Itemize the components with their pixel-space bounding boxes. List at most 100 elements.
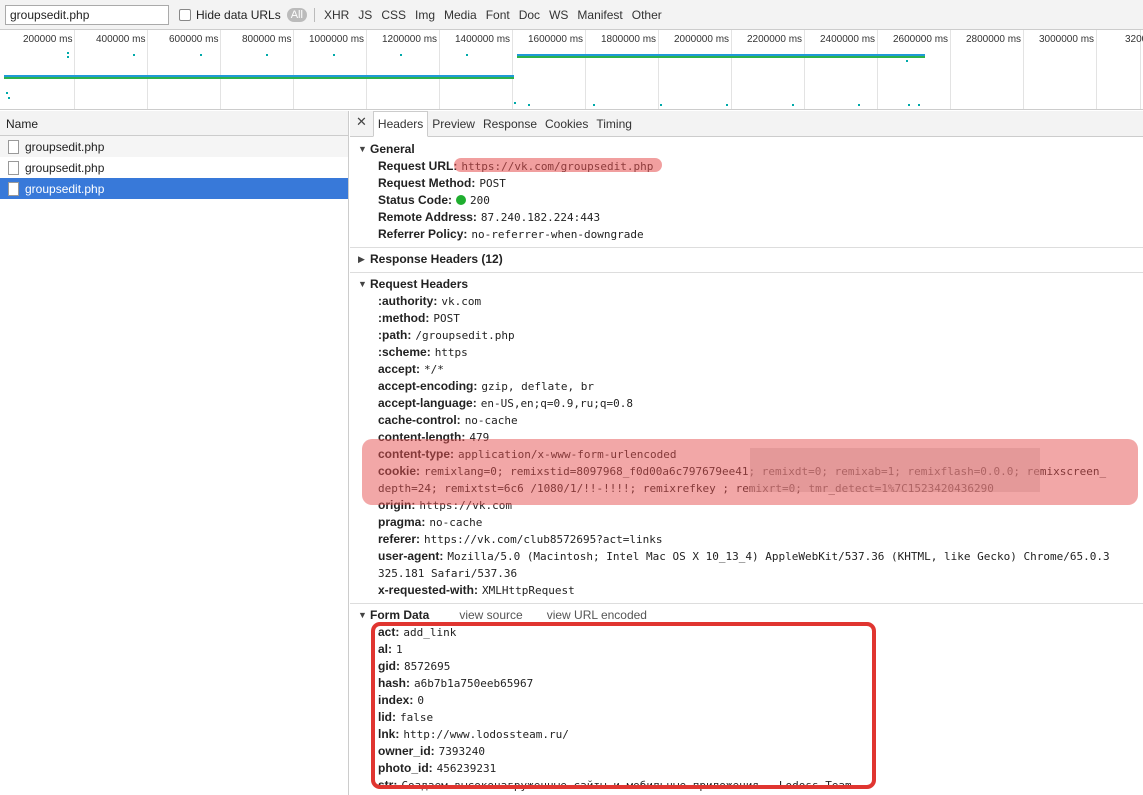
header-value: remixlang=0; remixstid=8097968_f0d00a6c7… — [378, 465, 1107, 495]
filter-img-button[interactable]: Img — [415, 8, 435, 22]
tick-label: 1400000 ms — [455, 34, 511, 45]
response-headers-toggle[interactable]: ▶ Response Headers (12) — [350, 250, 1143, 268]
form-data-toggle[interactable]: ▼ Form Data view source view URL encoded — [350, 606, 1143, 624]
request-list: Name groupsedit.php groupsedit.php group… — [0, 111, 349, 795]
tick-label: 3200 — [1125, 34, 1143, 45]
hide-data-urls-toggle[interactable]: Hide data URLs — [179, 8, 281, 22]
filter-all-button[interactable]: All — [286, 7, 307, 22]
form-value: 0 — [417, 694, 424, 707]
request-header-row: content-type: application/x-www-form-urle… — [350, 446, 1143, 463]
name-column-header[interactable]: Name — [0, 111, 348, 136]
section-title: Form Data — [370, 608, 430, 622]
tick-label: 1800000 ms — [601, 34, 657, 45]
request-row[interactable]: groupsedit.php — [0, 157, 348, 178]
tab-response[interactable]: Response — [479, 112, 541, 136]
tick-label: 3000000 ms — [1039, 34, 1095, 45]
tab-timing[interactable]: Timing — [592, 112, 636, 136]
form-key: hash: — [378, 676, 411, 690]
header-key: :authority: — [378, 294, 438, 308]
timeline-tick: 1000000 ms — [309, 30, 367, 109]
request-name: groupsedit.php — [25, 181, 105, 196]
header-key: Request Method: — [378, 176, 476, 190]
view-source-link[interactable]: view source — [459, 608, 522, 622]
tick-label: 2600000 ms — [893, 34, 949, 45]
timeline-tick: 2400000 ms — [820, 30, 878, 109]
header-key: origin: — [378, 498, 416, 512]
general-row: Remote Address: 87.240.182.224:443 — [350, 209, 1143, 226]
tick-label: 2000000 ms — [674, 34, 730, 45]
timeline-dot — [908, 104, 910, 106]
filter-input[interactable] — [5, 4, 169, 25]
close-icon[interactable]: ✕ — [356, 114, 367, 130]
tick-label: 800000 ms — [242, 34, 292, 45]
filter-media-button[interactable]: Media — [444, 8, 477, 22]
form-data-row: photo_id: 456239231 — [350, 760, 1143, 777]
header-key: cache-control: — [378, 413, 461, 427]
timeline-tick: 3000000 ms — [1039, 30, 1097, 109]
view-url-encoded-link[interactable]: view URL encoded — [547, 608, 647, 622]
header-key: Remote Address: — [378, 210, 477, 224]
timeline-tick: 2200000 ms — [747, 30, 805, 109]
filter-css-button[interactable]: CSS — [381, 8, 406, 22]
header-key: :scheme: — [378, 345, 431, 359]
header-value: gzip, deflate, br — [481, 380, 594, 393]
timeline-bar — [517, 56, 925, 58]
filter-doc-button[interactable]: Doc — [519, 8, 540, 22]
form-key: lnk: — [378, 727, 400, 741]
form-value: 456239231 — [436, 762, 497, 775]
tab-preview[interactable]: Preview — [428, 112, 479, 136]
details-tabbar: ✕ Headers Preview Response Cookies Timin… — [350, 111, 1143, 137]
form-data-row: owner_id: 7393240 — [350, 743, 1143, 760]
form-value: add_link — [403, 626, 457, 639]
request-name: groupsedit.php — [25, 160, 105, 175]
form-data-row: str: Создаем высоконагруженные сайты и мо… — [350, 777, 1143, 794]
header-value: XMLHttpRequest — [482, 584, 575, 597]
form-data-row: gid: 8572695 — [350, 658, 1143, 675]
header-value: 87.240.182.224:443 — [480, 211, 601, 224]
timeline-dot — [528, 104, 530, 106]
request-headers-section: ▼ Request Headers :authority: vk.com :met… — [350, 273, 1143, 604]
timeline-dot — [133, 54, 135, 56]
timeline-tick: 800000 ms — [242, 30, 294, 109]
filter-xhr-button[interactable]: XHR — [324, 8, 349, 22]
network-timeline[interactable]: 200000 ms 400000 ms 600000 ms 800000 ms … — [0, 30, 1143, 110]
request-row-selected[interactable]: groupsedit.php — [0, 178, 348, 199]
header-value: https — [434, 346, 468, 359]
request-header-row: referer: https://vk.com/club8572695?act=l… — [350, 531, 1143, 548]
tick-label: 600000 ms — [169, 34, 219, 45]
form-key: act: — [378, 625, 400, 639]
general-row: Request URL: https://vk.com/groupsedit.ph… — [350, 158, 1143, 175]
section-title: Response Headers (12) — [370, 252, 503, 266]
general-section-toggle[interactable]: ▼ General — [350, 140, 1143, 158]
filter-font-button[interactable]: Font — [486, 8, 510, 22]
tab-headers[interactable]: Headers — [372, 111, 429, 137]
request-header-row: :path:/groupsedit.php — [350, 327, 1143, 344]
filter-js-button[interactable]: JS — [358, 8, 372, 22]
header-key: content-length: — [378, 430, 466, 444]
tab-cookies[interactable]: Cookies — [541, 112, 592, 136]
general-row: Request Method: POST — [350, 175, 1143, 192]
request-header-row: accept-language: en-US,en;q=0.9,ru;q=0.8 — [350, 395, 1143, 412]
filter-ws-button[interactable]: WS — [549, 8, 568, 22]
timeline-dot — [660, 104, 662, 106]
hide-data-urls-checkbox[interactable] — [179, 8, 191, 21]
timeline-dot — [593, 104, 595, 106]
tick-label: 1600000 ms — [528, 34, 584, 45]
status-ok-icon — [456, 195, 467, 205]
triangle-down-icon: ▼ — [358, 279, 367, 289]
timeline-tick: 400000 ms — [96, 30, 148, 109]
tick-label: 2800000 ms — [966, 34, 1022, 45]
form-key: index: — [378, 693, 414, 707]
filter-other-button[interactable]: Other — [632, 8, 662, 22]
header-value: POST — [433, 312, 460, 325]
request-headers-toggle[interactable]: ▼ Request Headers — [350, 275, 1143, 293]
section-title: Request Headers — [370, 277, 469, 291]
header-key: x-requested-with: — [378, 583, 479, 597]
header-value: no-referrer-when-downgrade — [471, 228, 644, 241]
timeline-tick: 1600000 ms — [528, 30, 586, 109]
timeline-dot — [906, 60, 908, 62]
request-row[interactable]: groupsedit.php — [0, 136, 348, 157]
header-key: Referrer Policy: — [378, 227, 468, 241]
timeline-tick: 1400000 ms — [455, 30, 513, 109]
filter-manifest-button[interactable]: Manifest — [577, 8, 622, 22]
